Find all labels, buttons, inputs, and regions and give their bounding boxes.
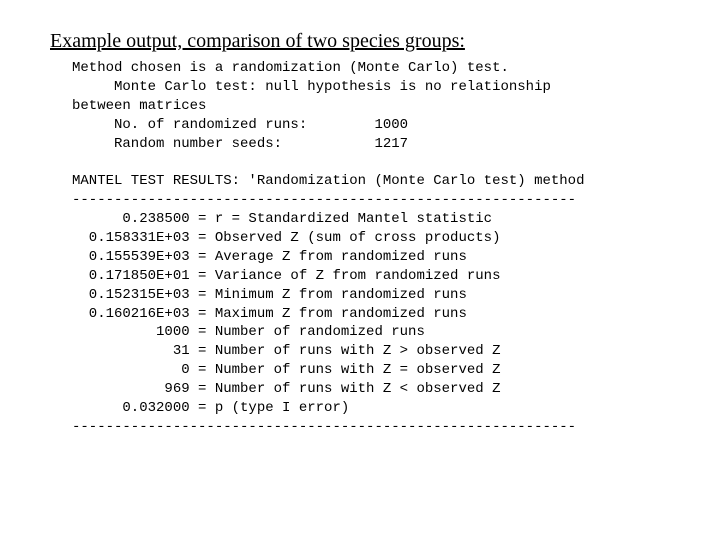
- output-block: Method chosen is a randomization (Monte …: [72, 59, 670, 437]
- page-title: Example output, comparison of two specie…: [50, 30, 670, 53]
